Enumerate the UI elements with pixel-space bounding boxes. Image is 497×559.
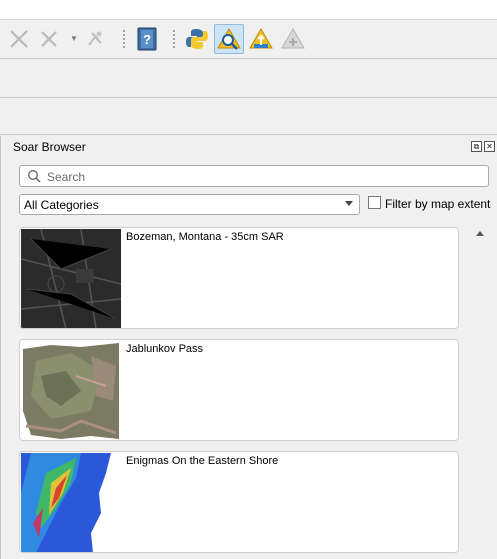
search-icon [28, 170, 41, 183]
python-icon[interactable] [182, 24, 212, 54]
search-box[interactable] [19, 165, 489, 187]
pin-icon[interactable] [34, 24, 64, 54]
panel-title: Soar Browser [13, 140, 86, 154]
category-select-value: All Categories [24, 198, 99, 212]
soar-upload-icon[interactable] [246, 24, 276, 54]
toolbar-separator [122, 29, 126, 49]
chevron-down-icon [345, 201, 353, 206]
results-list: Bozeman, Montana - 35cm SAR Jablunkov Pa… [19, 227, 471, 559]
toolbar-row-empty [0, 99, 497, 135]
result-thumbnail [21, 453, 121, 552]
result-thumbnail [21, 341, 121, 440]
results-scrollbar[interactable] [472, 227, 489, 559]
close-x-icon[interactable] [4, 24, 34, 54]
toolbar-row-empty [0, 60, 497, 98]
result-card[interactable]: Jablunkov Pass [19, 339, 459, 441]
dropdown-arrow-icon[interactable]: ▼ [70, 34, 78, 44]
satellite-icon[interactable] [80, 24, 110, 54]
svg-text:?: ? [143, 32, 151, 47]
help-book-icon[interactable]: ? [132, 24, 162, 54]
plugin-toolbar: ▼ ? [0, 21, 497, 59]
filter-map-extent-checkbox[interactable] [368, 196, 381, 209]
toolbar-separator [172, 29, 176, 49]
soar-browser-panel: Soar Browser ⧉ ✕ All Categories Filter b… [0, 136, 497, 559]
filter-map-extent-label[interactable]: Filter by map extent [385, 197, 490, 211]
soar-browse-icon[interactable] [214, 24, 244, 54]
soar-disabled-icon[interactable] [278, 24, 308, 54]
close-panel-icon[interactable]: ✕ [484, 141, 495, 152]
scroll-up-icon[interactable] [476, 231, 484, 236]
result-title: Bozeman, Montana - 35cm SAR [126, 231, 284, 243]
result-thumbnail [21, 229, 121, 328]
result-title: Jablunkov Pass [126, 343, 204, 355]
title-strip [0, 0, 497, 20]
result-card[interactable]: Enigmas On the Eastern Shore [19, 451, 459, 553]
category-select[interactable]: All Categories [19, 194, 360, 215]
search-input[interactable] [47, 168, 477, 185]
float-panel-icon[interactable]: ⧉ [471, 141, 482, 152]
result-title: Enigmas On the Eastern Shore [126, 455, 279, 467]
result-card[interactable]: Bozeman, Montana - 35cm SAR [19, 227, 459, 329]
